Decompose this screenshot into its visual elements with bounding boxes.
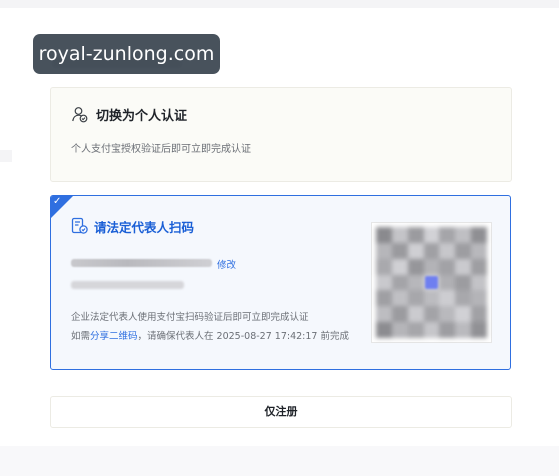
legal-option-title: 请法定代表人扫码	[94, 220, 195, 235]
share-prefix-text: 如需	[71, 331, 91, 342]
share-qr-line: 如需分享二维码，请确保代表人在 2025-08-27 17:42:17 前完成	[71, 328, 349, 342]
share-qr-link[interactable]: 分享二维码	[90, 331, 138, 342]
personal-verification-option[interactable]: 切换为个人认证 个人支付宝授权验证后即可立即完成认证	[50, 87, 512, 182]
watermark-label: royal-zunlong.com	[33, 34, 220, 74]
checkmark-icon: ✓	[53, 196, 62, 207]
personal-option-description: 个人支付宝授权验证后即可立即完成认证	[71, 144, 251, 155]
background-strip-left	[0, 150, 12, 162]
qr-code-center-logo	[425, 276, 438, 289]
register-only-button[interactable]: 仅注册	[50, 396, 512, 428]
edit-representative-link[interactable]: 修改	[217, 257, 236, 271]
personal-option-title: 切换为个人认证	[96, 109, 188, 124]
share-deadline-text: ，请确保代表人在 2025-08-27 17:42:17 前完成	[137, 331, 349, 342]
background-strip-top	[0, 0, 559, 8]
masked-representative-detail	[71, 281, 184, 289]
background-strip-bottom	[0, 446, 559, 476]
legal-option-description: 企业法定代表人使用支付宝扫码验证后即可立即完成认证	[71, 312, 309, 323]
masked-representative-name	[71, 259, 212, 267]
legal-representative-option[interactable]: ✓ 请法定代表人扫码 修改 企业法定代表人使用支付宝扫码验证后即可立即完成认证 …	[50, 195, 511, 370]
qr-code	[371, 222, 492, 343]
scan-verify-icon	[71, 217, 89, 235]
person-verify-icon	[71, 106, 88, 123]
